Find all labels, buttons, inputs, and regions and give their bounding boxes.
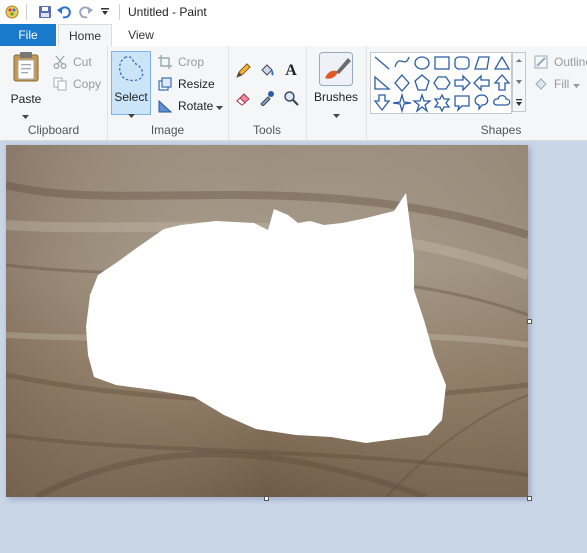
paste-icon bbox=[13, 52, 39, 85]
crop-button[interactable]: Crop bbox=[157, 52, 204, 72]
shapes-gallery-glyphs bbox=[373, 55, 511, 114]
ribbon-tab-bar: File Home View bbox=[0, 24, 587, 47]
cut-label: Cut bbox=[73, 55, 92, 69]
tab-file[interactable]: File bbox=[0, 24, 56, 46]
shapes-scroll-arrows bbox=[516, 59, 522, 106]
resize-handle-right[interactable] bbox=[527, 319, 532, 324]
rotate-label: Rotate bbox=[178, 99, 214, 113]
paste-dropdown-icon[interactable] bbox=[22, 108, 29, 122]
brushes-group[interactable]: Brushes bbox=[306, 46, 367, 140]
clipboard-group-label: Clipboard bbox=[27, 123, 80, 137]
image-canvas[interactable] bbox=[6, 145, 528, 497]
shapes-gallery-scrollbar[interactable] bbox=[512, 52, 526, 112]
resize-button[interactable]: Resize bbox=[157, 74, 215, 94]
image-group: Select Crop Resize Rotate Image bbox=[107, 46, 229, 140]
tab-view[interactable]: View bbox=[116, 24, 166, 46]
resize-label: Resize bbox=[178, 77, 215, 91]
shapes-gallery bbox=[370, 52, 512, 114]
canvas-workspace bbox=[0, 141, 587, 553]
select-label: Select bbox=[114, 90, 148, 104]
customize-dropdown-icon[interactable] bbox=[97, 4, 113, 20]
tools-group: A Tools bbox=[228, 46, 307, 140]
ribbon: Paste Cut Copy Clipboard Select Crop Res… bbox=[0, 46, 587, 141]
wood-floor-photo bbox=[6, 145, 528, 497]
title-bar: Untitled - Paint bbox=[0, 0, 587, 24]
clipboard-group: Paste Cut Copy Clipboard bbox=[0, 46, 108, 140]
crop-icon bbox=[157, 54, 173, 70]
redo-icon[interactable] bbox=[77, 4, 93, 20]
scissors-icon bbox=[52, 54, 68, 70]
tools-group-label: Tools bbox=[252, 123, 281, 137]
free-form-select-icon bbox=[116, 54, 146, 87]
eraser-icon[interactable] bbox=[234, 89, 252, 107]
brushes-label: Brushes bbox=[313, 90, 359, 104]
brushes-dropdown-icon[interactable] bbox=[333, 107, 340, 121]
quick-access-separator bbox=[26, 4, 27, 20]
fill-label: Fill bbox=[554, 77, 570, 91]
text-icon[interactable]: A bbox=[282, 62, 300, 80]
paste-label: Paste bbox=[10, 92, 42, 106]
tab-home[interactable]: Home bbox=[58, 24, 112, 47]
select-button[interactable]: Select bbox=[111, 51, 151, 118]
outline-button[interactable]: Outline bbox=[533, 52, 587, 72]
fill-button[interactable]: Fill bbox=[533, 74, 581, 94]
select-dropdown-icon[interactable] bbox=[128, 107, 135, 121]
fill-bucket-icon[interactable] bbox=[258, 62, 276, 80]
color-picker-icon[interactable] bbox=[258, 89, 276, 107]
resize-icon bbox=[157, 76, 173, 92]
pencil-icon[interactable] bbox=[234, 62, 252, 80]
fill-dropdown-icon[interactable] bbox=[573, 77, 581, 91]
copy-button[interactable]: Copy bbox=[52, 74, 101, 94]
crop-label: Crop bbox=[178, 55, 205, 69]
resize-handle-bottom[interactable] bbox=[264, 496, 269, 501]
rotate-icon bbox=[157, 98, 173, 114]
rotate-button[interactable]: Rotate bbox=[157, 96, 224, 116]
cut-button[interactable]: Cut bbox=[52, 52, 92, 72]
undo-icon[interactable] bbox=[57, 4, 73, 20]
copy-label: Copy bbox=[73, 77, 102, 91]
outline-label: Outline bbox=[554, 55, 587, 69]
save-icon[interactable] bbox=[37, 4, 53, 20]
window-title: Untitled - Paint bbox=[128, 5, 207, 19]
magnifier-icon[interactable] bbox=[282, 89, 300, 107]
fill-icon bbox=[533, 76, 549, 92]
paint-app-icon[interactable] bbox=[4, 4, 20, 20]
paste-button[interactable]: Paste bbox=[6, 50, 46, 119]
title-separator bbox=[119, 4, 120, 20]
rotate-dropdown-icon[interactable] bbox=[216, 99, 224, 113]
outline-icon bbox=[533, 54, 549, 70]
brush-icon bbox=[319, 52, 353, 89]
shapes-group-label: Shapes bbox=[480, 123, 522, 137]
image-group-label: Image bbox=[150, 123, 185, 137]
copy-icon bbox=[52, 76, 68, 92]
resize-handle-corner[interactable] bbox=[527, 496, 532, 501]
